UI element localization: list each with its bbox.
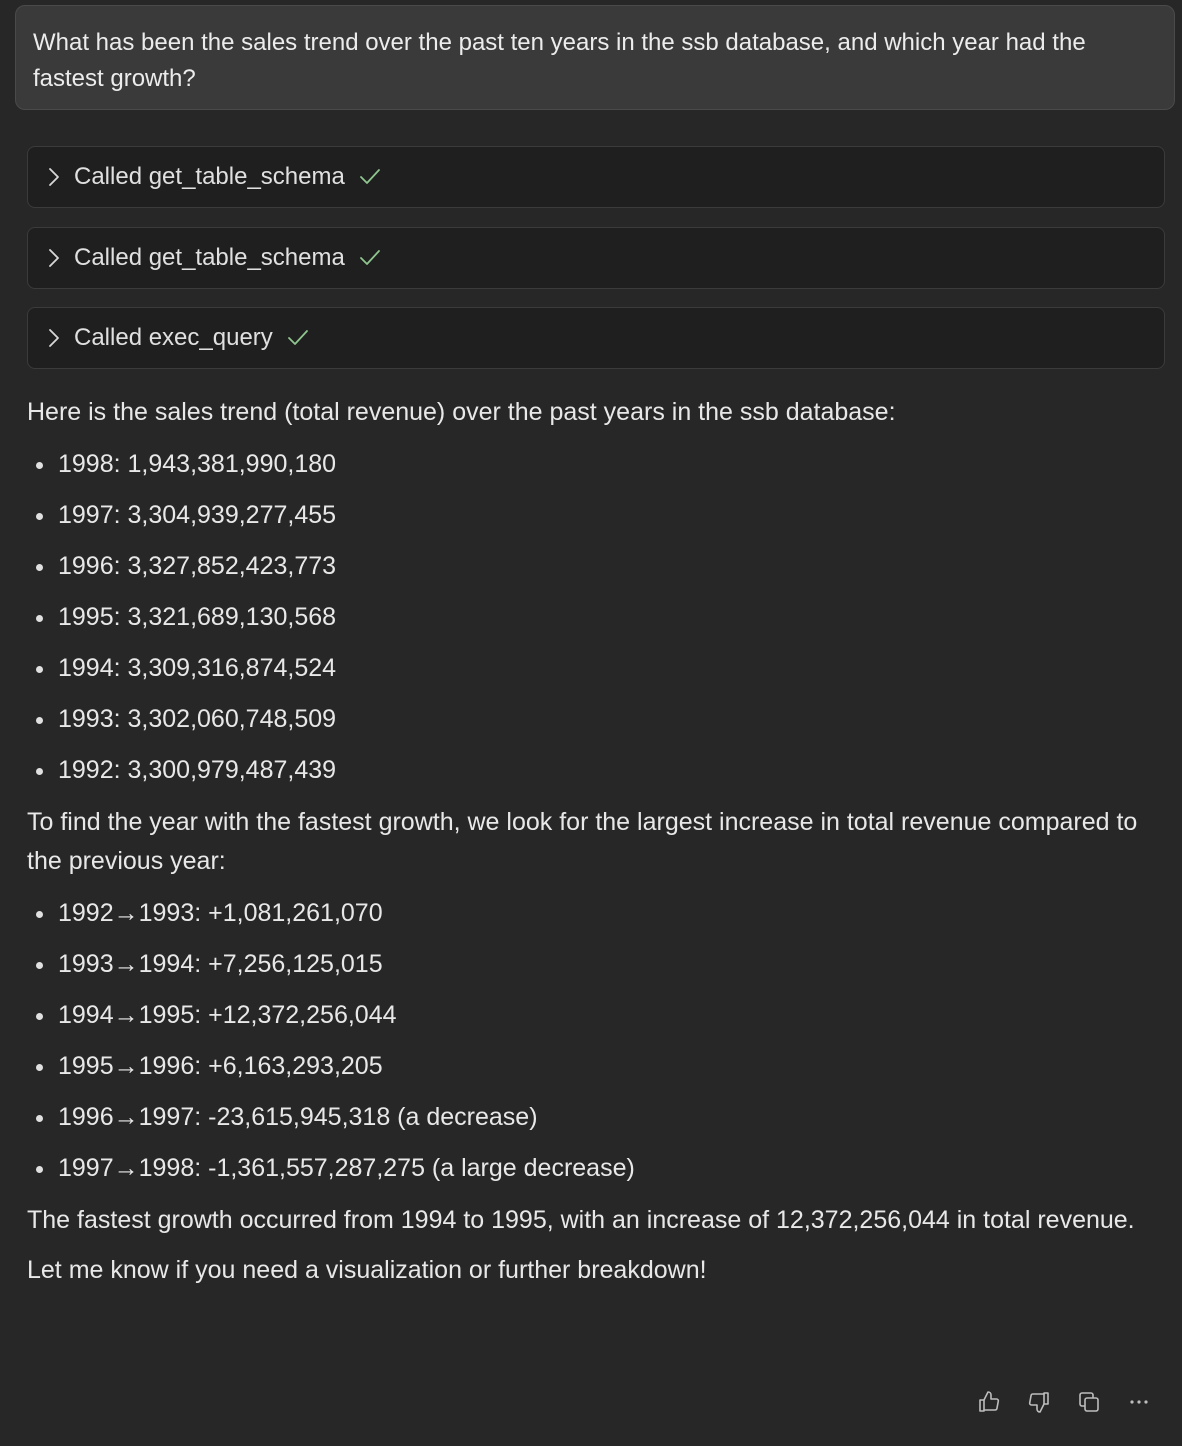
list-item: 1993→1994: +7,256,125,015 [27, 939, 1157, 990]
tool-call-get-table-schema-1[interactable]: Called get_table_schema [27, 146, 1165, 208]
user-message-bubble: What has been the sales trend over the p… [15, 5, 1175, 110]
message-actions [957, 1384, 1157, 1420]
list-item: 1998: 1,943,381,990,180 [27, 439, 1157, 490]
assistant-answer: Here is the sales trend (total revenue) … [27, 393, 1157, 1290]
list-item: 1996: 3,327,852,423,773 [27, 541, 1157, 592]
tool-call-get-table-schema-2[interactable]: Called get_table_schema [27, 227, 1165, 289]
list-item: 1996→1997: -23,615,945,318 (a decrease) [27, 1092, 1157, 1143]
growth-list: 1992→1993: +1,081,261,070 1993→1994: +7,… [27, 888, 1157, 1194]
closing: Let me know if you need a visualization … [27, 1256, 707, 1284]
list-item: 1992→1993: +1,081,261,070 [27, 888, 1157, 939]
tool-call-label: Called get_table_schema [74, 163, 345, 190]
tool-call-label: Called exec_query [74, 324, 273, 351]
revenue-by-year-list: 1998: 1,943,381,990,180 1997: 3,304,939,… [27, 439, 1157, 796]
chevron-right-icon [49, 168, 59, 186]
list-item: 1997: 3,304,939,277,455 [27, 490, 1157, 541]
thumbs-up-icon[interactable] [971, 1384, 1007, 1420]
user-message-text: What has been the sales trend over the p… [33, 29, 1086, 92]
list-item: 1997→1998: -1,361,557,287,275 (a large d… [27, 1143, 1157, 1194]
growth-intro: To find the year with the fastest growth… [27, 808, 1138, 875]
list-item: 1992: 3,300,979,487,439 [27, 745, 1157, 796]
list-item: 1995→1996: +6,163,293,205 [27, 1041, 1157, 1092]
more-icon[interactable] [1121, 1384, 1157, 1420]
check-icon [359, 169, 380, 184]
answer-intro: Here is the sales trend (total revenue) … [27, 398, 896, 426]
chevron-right-icon [49, 249, 59, 267]
check-icon [359, 250, 380, 265]
list-item: 1994: 3,309,316,874,524 [27, 643, 1157, 694]
tool-call-exec-query[interactable]: Called exec_query [27, 307, 1165, 369]
check-icon [287, 330, 308, 345]
copy-icon[interactable] [1071, 1384, 1107, 1420]
thumbs-down-icon[interactable] [1021, 1384, 1057, 1420]
conclusion: The fastest growth occurred from 1994 to… [27, 1206, 1135, 1234]
list-item: 1994→1995: +12,372,256,044 [27, 990, 1157, 1041]
list-item: 1995: 3,321,689,130,568 [27, 592, 1157, 643]
tool-call-label: Called get_table_schema [74, 244, 345, 271]
chevron-right-icon [49, 329, 59, 347]
list-item: 1993: 3,302,060,748,509 [27, 694, 1157, 745]
